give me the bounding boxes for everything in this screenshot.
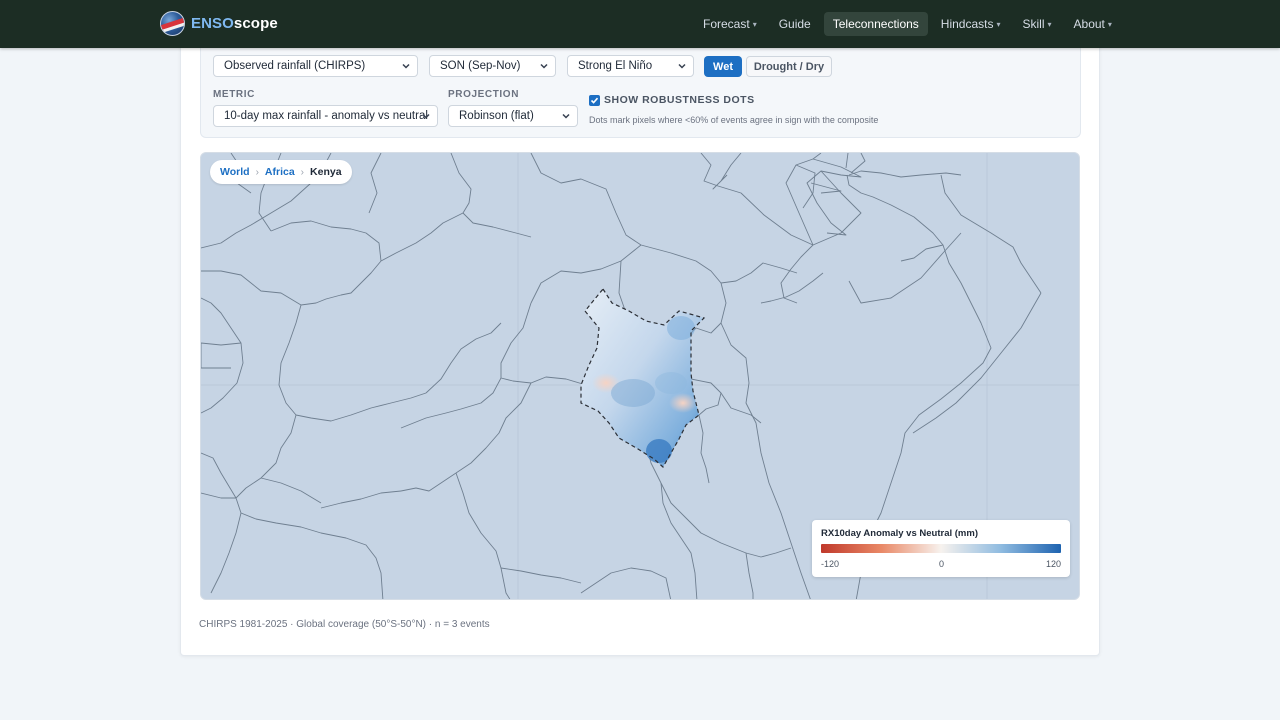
nav-item-hindcasts[interactable]: Hindcasts ▾ xyxy=(932,12,1010,36)
brand-logo-link[interactable]: ENSOscope xyxy=(160,11,278,36)
wet-toggle-button[interactable]: Wet xyxy=(704,56,742,77)
chevron-down-icon: ▾ xyxy=(1107,19,1112,29)
breadcrumb-africa-link[interactable]: Africa xyxy=(265,166,295,178)
data-source-note: CHIRPS 1981-2025 · Global coverage (50°S… xyxy=(199,619,490,630)
robustness-label[interactable]: SHOW ROBUSTNESS DOTS xyxy=(604,94,755,106)
nav-item-teleconnections[interactable]: Teleconnections xyxy=(823,12,928,36)
breadcrumb-separator: › xyxy=(255,166,259,178)
projection-label: PROJECTION xyxy=(448,89,520,100)
nav-item-about[interactable]: About ▾ xyxy=(1065,12,1121,36)
chevron-down-icon: ▾ xyxy=(1047,19,1052,29)
checkmark-icon xyxy=(590,97,599,104)
legend-mid-label: 0 xyxy=(939,559,945,569)
chevron-down-icon xyxy=(562,113,570,119)
breadcrumb-separator: › xyxy=(300,166,305,178)
breadcrumb-world-link[interactable]: World xyxy=(220,166,250,178)
kenya-anomaly-field xyxy=(580,287,706,468)
nav-item-forecast[interactable]: Forecast ▾ xyxy=(694,12,766,36)
robustness-checkbox[interactable] xyxy=(589,95,600,106)
legend-title: RX10day Anomaly vs Neutral (mm) xyxy=(821,528,978,539)
globe-logo-icon xyxy=(160,11,185,36)
chevron-down-icon xyxy=(422,113,430,119)
metric-select[interactable]: 10-day max rainfall - anomaly vs neutral xyxy=(213,105,438,127)
legend-colorbar xyxy=(821,544,1061,553)
legend-max-label: 120 xyxy=(1046,559,1062,569)
legend-min-label: -120 xyxy=(821,559,840,569)
drought-dry-toggle-button[interactable]: Drought / Dry xyxy=(746,56,832,77)
nav-item-guide[interactable]: Guide xyxy=(770,12,820,36)
enso-phase-select[interactable]: Strong El Niño xyxy=(567,55,694,77)
projection-select[interactable]: Robinson (flat) xyxy=(448,105,578,127)
robustness-help-text: Dots mark pixels where <60% of events ag… xyxy=(589,115,879,125)
chevron-down-icon xyxy=(402,63,410,69)
season-select[interactable]: SON (Sep-Nov) xyxy=(429,55,556,77)
breadcrumb-current-kenya: Kenya xyxy=(310,166,342,178)
chevron-down-icon: ▾ xyxy=(752,19,757,29)
metric-label: METRIC xyxy=(213,89,255,100)
brand-name: ENSOscope xyxy=(191,15,278,32)
chevron-down-icon xyxy=(678,63,686,69)
nav-menu: Forecast ▾ Guide Teleconnections Hindcast… xyxy=(694,12,1125,36)
top-navbar: ENSOscope Forecast ▾ Guide Teleconnection… xyxy=(0,0,1280,48)
nav-item-skill[interactable]: Skill ▾ xyxy=(1014,12,1061,36)
dataset-select[interactable]: Observed rainfall (CHIRPS) xyxy=(213,55,418,77)
chevron-down-icon xyxy=(540,63,548,69)
chevron-down-icon: ▾ xyxy=(996,19,1001,29)
color-legend: RX10day Anomaly vs Neutral (mm) -120 0 1… xyxy=(812,520,1070,577)
breadcrumb: World › Africa › Kenya xyxy=(210,160,352,184)
